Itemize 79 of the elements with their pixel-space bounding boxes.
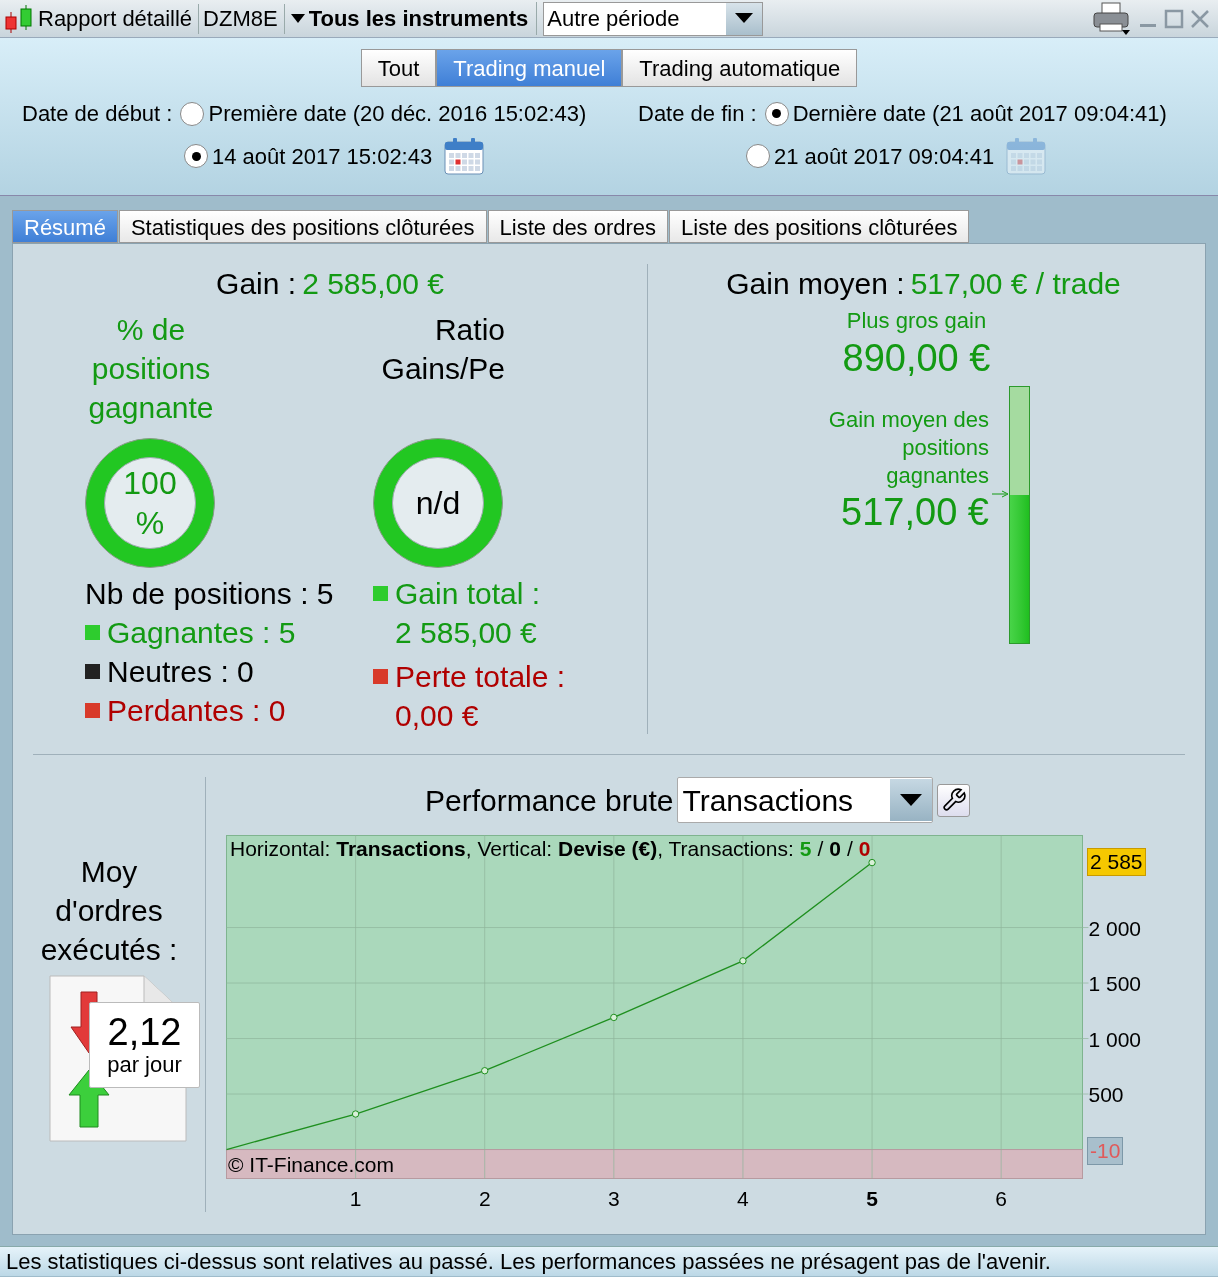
- account-label: DZM8E: [203, 5, 278, 33]
- start-date-label: Date de début :: [22, 100, 173, 128]
- average-winning-label: Gain moyen des positions gagnantes: [828, 406, 989, 490]
- max-gain-label: Plus gros gain: [846, 307, 987, 335]
- report-tab[interactable]: Statistiques des positions clôturées: [118, 210, 487, 243]
- y-axis-label: 1 500: [1088, 972, 1142, 995]
- date-option: Dernière date (21 août 2017 09:04:41): [792, 97, 1167, 130]
- gain-value: 2 585,00 €: [302, 266, 444, 302]
- legend-square: [85, 703, 100, 718]
- mode-tab[interactable]: Tout: [360, 49, 437, 87]
- data-point: [739, 957, 747, 965]
- average-gain-label: Gain moyen :: [726, 266, 905, 302]
- data-point: [351, 1110, 360, 1118]
- instruments-dropdown[interactable]: Tous les instruments: [290, 2, 538, 35]
- x-axis-label: 2: [478, 1186, 491, 1210]
- caret-icon: [900, 793, 923, 807]
- average-gain-value: 517,00 € / trade: [910, 266, 1121, 302]
- end-date-label: Date de fin :: [638, 100, 757, 128]
- legend-square: [85, 664, 100, 679]
- win-rate-title: % de positions gagnante: [88, 312, 214, 426]
- orders-label: Moy d'ordres exécutés :: [40, 854, 178, 968]
- legend-square: [373, 669, 388, 684]
- x-axis-label: 1: [349, 1186, 362, 1210]
- report-title: Rapport détaillé: [37, 5, 194, 33]
- average-winning-value: 517,00 €: [841, 490, 989, 534]
- gain-label: Gain :: [216, 266, 297, 302]
- radio-button[interactable]: [746, 144, 770, 168]
- data-point: [610, 1013, 618, 1022]
- date-option: 21 août 2017 09:04:41: [774, 139, 995, 173]
- x-axis-label: 4: [737, 1186, 749, 1210]
- breakdown-label: Gagnantes : 5: [107, 615, 296, 651]
- performance-title: Performance brute: [425, 782, 674, 819]
- y-axis-label: 500: [1088, 1083, 1124, 1107]
- radio-button[interactable]: [180, 101, 205, 126]
- maximize-icon[interactable]: [1164, 8, 1184, 29]
- period-select[interactable]: Autre période: [543, 1, 764, 36]
- printer-icon[interactable]: [1092, 1, 1132, 36]
- legend-square: [373, 586, 388, 601]
- max-gain-value: 890,00 €: [842, 336, 991, 380]
- last-value-label: 2 585: [1087, 848, 1146, 876]
- radio-button[interactable]: [764, 101, 789, 126]
- data-point: [868, 858, 876, 867]
- total-label: Gain total :: [395, 576, 541, 612]
- calendar-icon[interactable]: [444, 137, 485, 175]
- y-axis-label: 1 000: [1088, 1027, 1142, 1051]
- report-tab[interactable]: Liste des positions clôturées: [669, 210, 970, 243]
- positions-count: Nb de positions : 5: [85, 576, 335, 612]
- x-axis-label: 5: [866, 1186, 878, 1210]
- y-axis-label: 2 000: [1088, 916, 1142, 940]
- total-value: 0,00 €: [395, 698, 480, 734]
- wrench-icon: [940, 787, 967, 813]
- caret-icon: [735, 13, 754, 24]
- caret-icon: [290, 13, 305, 24]
- close-icon[interactable]: [1190, 8, 1210, 29]
- radio-button[interactable]: [184, 144, 208, 168]
- orders-unit: par jour: [107, 1052, 182, 1078]
- mode-select[interactable]: Transactions: [677, 777, 934, 823]
- total-value: 2 585,00 €: [395, 615, 538, 651]
- total-label: Perte totale :: [395, 659, 566, 695]
- report-tab[interactable]: Liste des ordres: [487, 210, 669, 243]
- settings-button[interactable]: [937, 783, 971, 817]
- copyright-text: © IT-Finance.com: [228, 1153, 395, 1177]
- ratio-title: Ratio Gains/Pe: [381, 312, 505, 387]
- ratio-value: n/d: [415, 484, 461, 523]
- status-text: Les statistiques ci-dessus sont relatives au passé. Les performances passées ne présagent pas de l'avenir.: [6, 1248, 1051, 1276]
- x-axis-label: 3: [608, 1186, 620, 1210]
- breakdown-label: Neutres : 0: [107, 654, 254, 690]
- arrow-icon: [992, 490, 1009, 499]
- min-value-label: -10: [1087, 1137, 1124, 1165]
- date-option: 14 août 2017 15:02:43: [212, 139, 433, 173]
- breakdown-label: Perdantes : 0: [107, 693, 286, 729]
- mode-tab[interactable]: Trading automatique: [622, 49, 858, 87]
- orders-value: 2,12: [107, 1012, 182, 1052]
- date-option: Première date (20 déc. 2016 15:02:43): [208, 97, 587, 130]
- win-rate-value: 100 %: [123, 464, 177, 543]
- legend-square: [85, 625, 100, 640]
- x-axis-label: 6: [995, 1186, 1007, 1210]
- data-point: [481, 1067, 489, 1075]
- chart-info: Horizontal: Transactions, Vertical: Devise (€), Transactions: 5 / 0 / 0: [230, 836, 871, 862]
